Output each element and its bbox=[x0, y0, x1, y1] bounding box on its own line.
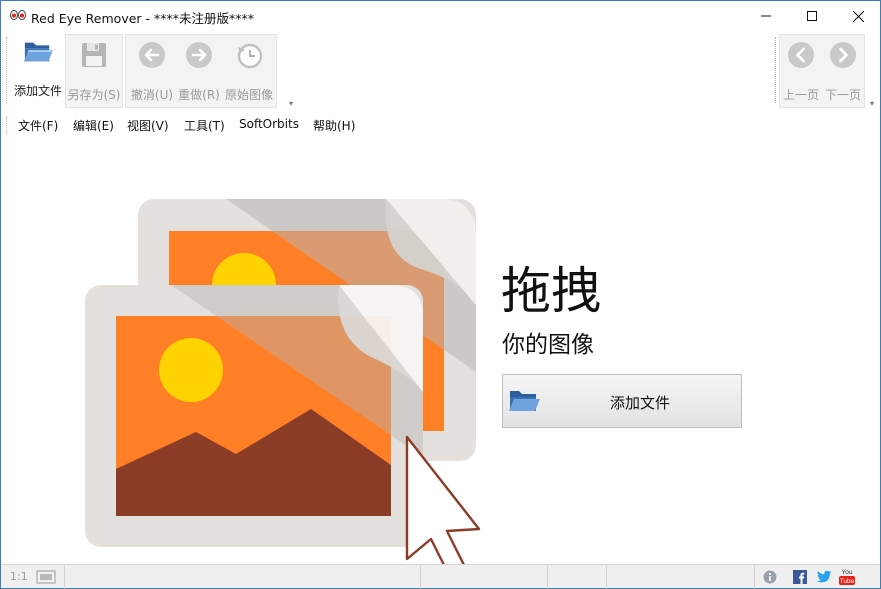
redo-arrow-icon bbox=[186, 42, 212, 68]
edit-group: 撤消(U) 重做(R) 原始图像 bbox=[125, 34, 277, 108]
window-title: Red Eye Remover - ****未注册版**** bbox=[31, 11, 255, 26]
add-file-toolbar-button[interactable]: 添加文件 bbox=[11, 31, 65, 105]
page-nav-group: 上一页 下一页 bbox=[779, 34, 865, 108]
app-window: Red Eye Remover - ****未注册版**** 添加文件 另存为(… bbox=[0, 0, 881, 589]
prev-page-label: 上一页 bbox=[782, 88, 819, 102]
menu-file[interactable]: 文件(F) bbox=[18, 117, 58, 134]
save-as-button[interactable]: 另存为(S) bbox=[66, 35, 122, 109]
maximize-icon bbox=[807, 11, 817, 21]
title-bar: Red Eye Remover - ****未注册版**** bbox=[1, 1, 880, 31]
next-page-label: 下一页 bbox=[824, 88, 861, 102]
maximize-button[interactable] bbox=[789, 1, 835, 31]
status-bar: 1:1 You Tube bbox=[1, 564, 880, 589]
floppy-disk-icon bbox=[82, 43, 106, 67]
drag-drop-illustration bbox=[85, 199, 481, 567]
nav-toolbar-grip[interactable] bbox=[775, 37, 777, 103]
save-as-label: 另存为(S) bbox=[67, 88, 121, 102]
clock-history-icon bbox=[237, 43, 263, 69]
drop-subtitle: 你的图像 bbox=[502, 332, 594, 358]
add-file-button-label: 添加文件 bbox=[609, 394, 670, 412]
redo-button[interactable]: 重做(R) bbox=[176, 35, 222, 109]
twitter-icon[interactable] bbox=[816, 570, 832, 584]
menu-view[interactable]: 视图(V) bbox=[127, 117, 169, 134]
status-cell-4 bbox=[607, 565, 755, 589]
save-group: 另存为(S) bbox=[65, 34, 123, 108]
status-cell-info bbox=[65, 565, 421, 589]
redo-label: 重做(R) bbox=[178, 88, 220, 102]
folder-open-icon bbox=[23, 42, 53, 62]
svg-text:Tube: Tube bbox=[840, 578, 855, 585]
drop-zone[interactable]: 拖拽 你的图像 添加文件 bbox=[1, 137, 880, 567]
toolbar-overflow-chevron-icon[interactable]: ▾ bbox=[289, 99, 293, 108]
status-cell-zoom bbox=[1, 565, 65, 589]
menu-softorbits[interactable]: SoftOrbits bbox=[239, 117, 299, 131]
menu-help[interactable]: 帮助(H) bbox=[313, 117, 355, 134]
toolbar: 添加文件 另存为(S) 撤消(U) 重做(R) 原始图像 ▾ 上一页 下一页 ▾ bbox=[1, 31, 880, 111]
undo-arrow-icon bbox=[139, 42, 165, 68]
close-icon bbox=[852, 10, 864, 22]
minimize-button[interactable] bbox=[743, 1, 789, 31]
original-image-button[interactable]: 原始图像 bbox=[222, 35, 276, 109]
original-image-label: 原始图像 bbox=[224, 88, 273, 102]
toolbar-grip[interactable] bbox=[6, 37, 8, 103]
undo-label: 撤消(U) bbox=[130, 88, 174, 102]
status-cell-3 bbox=[548, 565, 607, 589]
info-icon[interactable] bbox=[763, 570, 777, 584]
menu-tools[interactable]: 工具(T) bbox=[184, 117, 225, 134]
next-page-button[interactable]: 下一页 bbox=[822, 35, 864, 109]
youtube-icon[interactable]: You Tube bbox=[838, 567, 856, 587]
next-page-icon bbox=[830, 42, 856, 68]
prev-page-icon bbox=[788, 42, 814, 68]
status-cell-2 bbox=[421, 565, 548, 589]
close-button[interactable] bbox=[835, 1, 881, 31]
svg-text:You: You bbox=[842, 569, 853, 576]
add-file-button[interactable]: 添加文件 bbox=[502, 374, 742, 428]
menu-edit[interactable]: 编辑(E) bbox=[73, 117, 114, 134]
menu-grip[interactable] bbox=[6, 116, 8, 134]
add-file-toolbar-label: 添加文件 bbox=[13, 84, 62, 98]
minimize-icon bbox=[761, 15, 771, 17]
prev-page-button[interactable]: 上一页 bbox=[780, 35, 822, 109]
drop-title: 拖拽 bbox=[501, 262, 601, 320]
undo-button[interactable]: 撤消(U) bbox=[128, 35, 176, 109]
red-eye-app-icon bbox=[10, 10, 26, 20]
menu-bar: 文件(F) 编辑(E) 视图(V) 工具(T) SoftOrbits 帮助(H) bbox=[1, 113, 880, 137]
facebook-icon[interactable] bbox=[793, 570, 807, 584]
nav-overflow-chevron-icon[interactable]: ▾ bbox=[870, 99, 874, 108]
